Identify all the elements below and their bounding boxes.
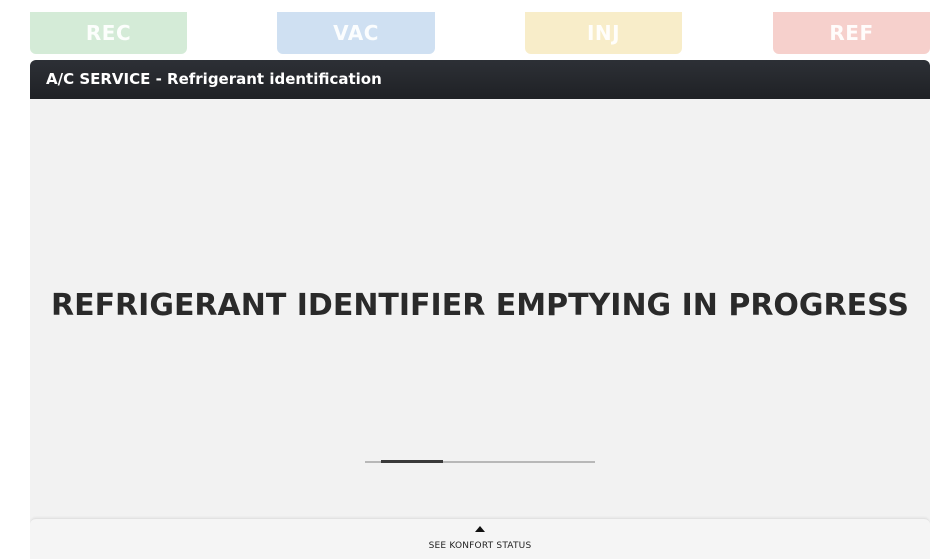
panel-title: A/C SERVICE - Refrigerant identification [30,60,930,99]
konfort-status-label: SEE KONFORT STATUS [428,541,532,551]
app-frame: REC VAC INJ REF A/C SERVICE - Refrigeran… [0,0,940,559]
progress-bar [365,460,595,463]
triangle-up-icon [475,526,485,532]
status-message: REFRIGERANT IDENTIFIER EMPTYING IN PROGR… [50,288,910,323]
tab-inj[interactable]: INJ [525,12,682,54]
process-tabs: REC VAC INJ REF [0,0,940,56]
service-panel: A/C SERVICE - Refrigerant identification… [30,60,930,559]
progress-fill [381,460,444,463]
tab-vac[interactable]: VAC [277,12,435,54]
konfort-status-button[interactable]: SEE KONFORT STATUS [30,518,930,559]
tab-rec[interactable]: REC [30,12,187,54]
tab-ref[interactable]: REF [773,12,930,54]
